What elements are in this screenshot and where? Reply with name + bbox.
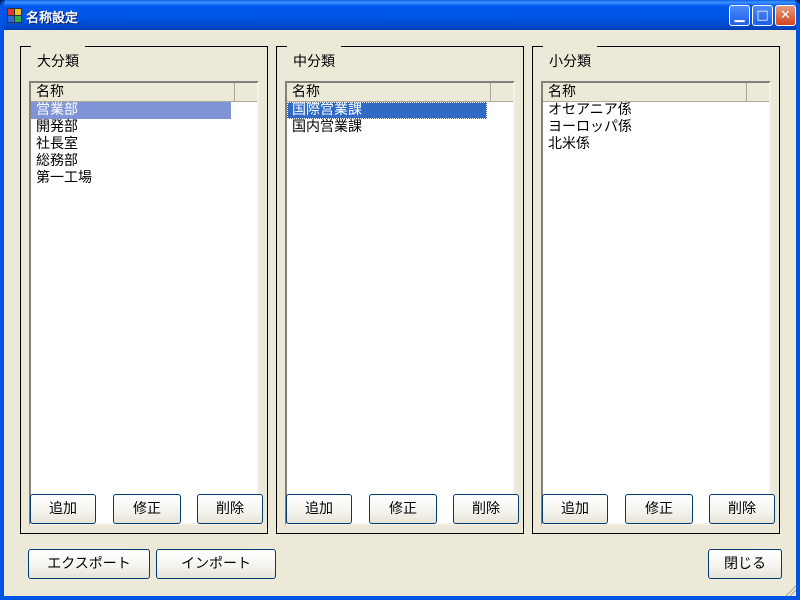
column-header-filler	[747, 83, 769, 101]
minimize-button[interactable]: ▁	[729, 5, 750, 26]
delete-button-daibunrui[interactable]: 削除	[197, 494, 263, 524]
app-icon	[7, 8, 22, 23]
column-header-filler	[491, 83, 513, 101]
add-button-chuubunrui[interactable]: 追加	[286, 494, 352, 524]
maximize-button[interactable]: □	[752, 5, 773, 26]
listview-chuubunrui[interactable]: 名称 国際営業課 国内営業課	[285, 81, 515, 525]
column-header-filler	[235, 83, 257, 101]
close-button[interactable]: 閉じる	[708, 549, 782, 579]
resize-grip[interactable]	[784, 584, 796, 596]
window-title: 名称設定	[26, 11, 79, 26]
group-label: 大分類	[31, 45, 85, 79]
listview-rows: 国際営業課 国内営業課	[287, 102, 513, 136]
listview-rows: 営業部 開発部 社長室 総務部 第一工場	[31, 102, 257, 187]
close-window-button[interactable]: ✕	[775, 5, 796, 26]
delete-button-shoubunrui[interactable]: 削除	[709, 494, 775, 524]
column-header-name[interactable]: 名称	[543, 83, 747, 101]
edit-button-shoubunrui[interactable]: 修正	[625, 494, 693, 524]
import-button[interactable]: インポート	[156, 549, 276, 579]
close-icon: ✕	[780, 8, 791, 23]
column-header-name[interactable]: 名称	[287, 83, 491, 101]
export-button[interactable]: エクスポート	[28, 549, 150, 579]
main-window: 名称設定 ▁ □ ✕ 大分類 名称 営業部 開発部 社長室 総務部 第一工場 追…	[0, 0, 800, 600]
maximize-icon: □	[756, 8, 769, 23]
list-item[interactable]: オセアニア係	[543, 102, 743, 119]
group-label: 小分類	[543, 45, 597, 79]
group-daibunrui: 大分類 名称 営業部 開発部 社長室 総務部 第一工場	[20, 45, 268, 534]
listview-header: 名称	[31, 83, 257, 102]
title-bar[interactable]: 名称設定 ▁ □ ✕	[4, 0, 796, 30]
minimize-icon: ▁	[734, 8, 745, 23]
group-label: 中分類	[287, 45, 341, 79]
edit-button-chuubunrui[interactable]: 修正	[369, 494, 437, 524]
list-item[interactable]: 営業部	[31, 102, 231, 119]
listview-header: 名称	[543, 83, 769, 102]
edit-button-daibunrui[interactable]: 修正	[113, 494, 181, 524]
list-item[interactable]: 国内営業課	[287, 119, 487, 136]
list-item[interactable]: 北米係	[543, 136, 743, 153]
list-item[interactable]: 国際営業課	[287, 102, 487, 119]
add-button-daibunrui[interactable]: 追加	[30, 494, 96, 524]
list-item[interactable]: ヨーロッパ係	[543, 119, 743, 136]
list-item[interactable]: 社長室	[31, 136, 231, 153]
listview-shoubunrui[interactable]: 名称 オセアニア係 ヨーロッパ係 北米係	[541, 81, 771, 525]
list-item[interactable]: 第一工場	[31, 170, 231, 187]
list-item[interactable]: 総務部	[31, 153, 231, 170]
listview-daibunrui[interactable]: 名称 営業部 開発部 社長室 総務部 第一工場	[29, 81, 259, 525]
listview-rows: オセアニア係 ヨーロッパ係 北米係	[543, 102, 769, 153]
delete-button-chuubunrui[interactable]: 削除	[453, 494, 519, 524]
group-chuubunrui: 中分類 名称 国際営業課 国内営業課	[276, 45, 524, 534]
column-header-name[interactable]: 名称	[31, 83, 235, 101]
list-item[interactable]: 開発部	[31, 119, 231, 136]
group-shoubunrui: 小分類 名称 オセアニア係 ヨーロッパ係 北米係	[532, 45, 780, 534]
add-button-shoubunrui[interactable]: 追加	[542, 494, 608, 524]
listview-header: 名称	[287, 83, 513, 102]
